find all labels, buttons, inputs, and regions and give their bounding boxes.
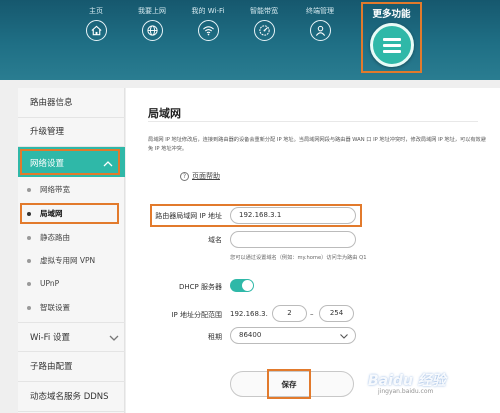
nav-bandwidth[interactable]: 智能带宽 (234, 6, 294, 41)
question-icon: ? (180, 172, 189, 181)
lease-select[interactable]: 86400 (230, 327, 356, 344)
network-settings-highlight: 网络设置 (20, 149, 120, 175)
bullet-icon (27, 236, 31, 240)
nav-home-label: 主页 (89, 7, 103, 15)
bullet-icon (27, 282, 31, 286)
title-divider (148, 121, 478, 122)
bullet-icon (27, 188, 31, 192)
sidebar-subitem-lan[interactable]: 局域网 (18, 203, 125, 224)
ip-range-end-input[interactable]: 254 (319, 305, 354, 322)
save-button[interactable]: 保存 (267, 369, 311, 399)
home-icon (85, 20, 107, 41)
sidebar-item-wifi-settings[interactable]: Wi-Fi 设置 (18, 322, 125, 352)
nav-wifi-label: 我的 Wi-Fi (191, 7, 225, 15)
nav-internet[interactable]: 我要上网 (122, 6, 182, 41)
more-functions-highlight: 更多功能 (361, 2, 422, 73)
subitem-label: 局域网 (40, 209, 63, 218)
domain-label: 域名 (208, 236, 222, 244)
nav-wifi[interactable]: 我的 Wi-Fi (178, 6, 238, 41)
wifi-icon (197, 20, 219, 41)
bullet-icon (27, 212, 31, 216)
network-settings-label: 网络设置 (30, 159, 65, 169)
chevron-down-icon (340, 334, 348, 339)
sidebar-subitem-bandwidth[interactable]: 网络带宽 (18, 181, 125, 199)
page-description: 局域网 IP 地址修改后，连接到路由器的设备会重新分配 IP 地址。当局域网网段… (148, 137, 486, 152)
dhcp-label: DHCP 服务器 (179, 283, 222, 291)
nav-bandwidth-label: 智能带宽 (250, 7, 278, 15)
toggle-knob (242, 280, 253, 291)
wifi-settings-label: Wi-Fi 设置 (30, 333, 70, 343)
sidebar-item-sub-router[interactable]: 子路由配置 (18, 352, 125, 382)
bullet-icon (27, 306, 31, 310)
nav-internet-label: 我要上网 (138, 7, 166, 15)
ip-range-label: IP 地址分配范围 (171, 311, 222, 319)
bandwidth-icon (253, 20, 275, 41)
ip-range-start-input[interactable]: 2 (272, 305, 307, 322)
more-functions-label: 更多功能 (372, 9, 411, 20)
globe-icon (141, 20, 163, 41)
menu-icon-bar (383, 44, 401, 47)
dhcp-toggle[interactable] (230, 279, 254, 292)
user-icon (309, 20, 331, 41)
lan-ip-input[interactable]: 192.168.3.1 (230, 207, 356, 224)
sidebar-subitem-vpn[interactable]: 虚拟专用网 VPN (18, 252, 125, 270)
more-functions-button[interactable] (370, 23, 414, 67)
subitem-label: 网络带宽 (40, 185, 70, 194)
subitem-label: 虚拟专用网 VPN (40, 256, 96, 265)
sidebar-item-ddns[interactable]: 动态域名服务 DDNS (18, 382, 125, 412)
watermark-logo: Baidu 经验 (368, 373, 446, 389)
sidebar-item-router-info[interactable]: 路由器信息 (18, 88, 125, 118)
watermark-url: jingyan.baidu.com (378, 388, 434, 395)
lan-ip-label: 路由器局域网 IP 地址 (155, 212, 222, 220)
menu-icon (383, 38, 401, 41)
domain-hint: 您可以通过设置域名（例如：my.home）访问华为路由 Q1 (230, 255, 367, 261)
page-help-label: 页面帮助 (192, 172, 220, 180)
chevron-up-icon (103, 161, 113, 167)
lease-value: 86400 (239, 331, 262, 339)
subitem-label: 静态路由 (40, 233, 70, 242)
subitem-label: UPnP (40, 279, 60, 288)
nav-home[interactable]: 主页 (66, 6, 126, 41)
domain-input[interactable] (230, 231, 356, 248)
lan-highlight (20, 203, 119, 224)
top-navigation-bar: 主页 我要上网 我的 Wi-Fi 智能带宽 终端管理 更多功能 (0, 0, 500, 80)
menu-icon-bar (383, 50, 401, 53)
sidebar-item-network-settings[interactable]: 网络设置 (18, 147, 125, 177)
ip-range-prefix: 192.168.3. (230, 310, 268, 318)
subitem-label: 智联设置 (40, 303, 70, 312)
page-title: 局域网 (148, 107, 181, 120)
save-button-frame: 保存 (230, 369, 354, 399)
sidebar: 路由器信息 升级管理 网络设置 网络带宽 局域网 静态路由 虚拟专用网 VPN … (18, 88, 125, 413)
chevron-down-icon (109, 335, 119, 341)
lease-label: 租期 (208, 333, 222, 341)
sidebar-subitem-smart-link[interactable]: 智联设置 (18, 299, 125, 317)
bullet-icon (27, 259, 31, 263)
sidebar-item-upgrade[interactable]: 升级管理 (18, 117, 125, 147)
ip-range-separator: – (310, 310, 314, 318)
sidebar-subitem-upnp[interactable]: UPnP (18, 275, 125, 293)
nav-devices-label: 终端管理 (306, 7, 334, 15)
main-panel: 局域网 局域网 IP 地址修改后，连接到路由器的设备会重新分配 IP 地址。当局… (126, 88, 500, 413)
nav-devices[interactable]: 终端管理 (290, 6, 350, 41)
sidebar-subitem-static-route[interactable]: 静态路由 (18, 229, 125, 247)
